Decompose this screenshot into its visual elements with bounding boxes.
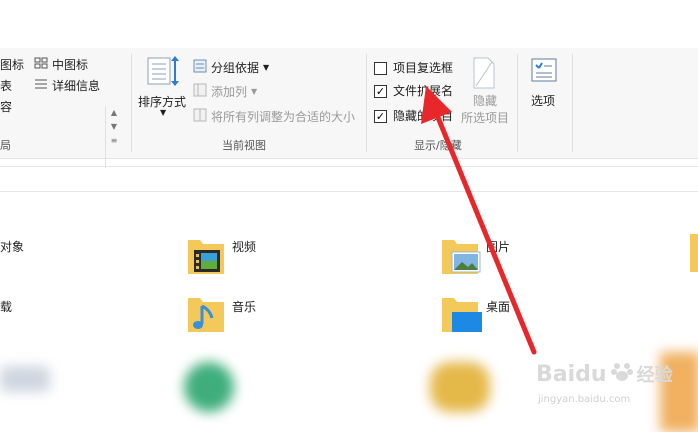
- file-extension-label: 文件扩展名: [393, 84, 454, 98]
- add-column-dropdown-icon: ▼: [251, 87, 258, 96]
- layout-large-icons-label: 图标: [0, 58, 25, 72]
- medium-icons-icon: [34, 57, 48, 72]
- hidden-items-checkbox[interactable]: ✓: [374, 110, 387, 123]
- group-by-dropdown-icon: ▼: [263, 63, 270, 72]
- desktop-folder-label[interactable]: 桌面: [486, 298, 510, 315]
- watermark-brand: Baidu: [536, 361, 607, 387]
- hidden-items-option[interactable]: 隐藏的项目: [393, 107, 453, 124]
- medium-icons-label: 中图标: [52, 58, 89, 72]
- downloads-folder-label[interactable]: 载: [0, 298, 12, 315]
- group-by-icon: [193, 59, 207, 76]
- pictures-folder-label[interactable]: 图片: [486, 238, 510, 255]
- baidu-jingyan-watermark: Baidu 经验 jingyan.baidu.com: [536, 360, 673, 406]
- file-extension-checkbox[interactable]: ✓: [374, 85, 387, 98]
- watermark-cn: 经验: [636, 365, 673, 386]
- size-columns-label: 将所有列调整为合适的大小: [211, 110, 356, 124]
- item-checkbox-label: 项目复选框: [393, 61, 454, 75]
- size-columns-icon: [193, 108, 207, 125]
- group-by-button[interactable]: 分组依据 ▼: [193, 59, 269, 76]
- file-extension-option[interactable]: 文件扩展名: [393, 82, 453, 99]
- scroll-down-icon[interactable]: ▼: [106, 120, 122, 134]
- layout-details[interactable]: 详细信息: [34, 77, 100, 94]
- layout-content[interactable]: 容: [0, 98, 12, 115]
- item-checkbox-option[interactable]: 项目复选框: [393, 59, 453, 76]
- layout-large-icons[interactable]: 图标: [0, 56, 24, 73]
- layout-group-label: 局: [0, 139, 11, 152]
- address-bar[interactable]: [0, 166, 698, 192]
- layout-list[interactable]: 表: [0, 77, 12, 94]
- hide-selected-label-line1[interactable]: 隐藏: [473, 92, 497, 109]
- details-icon: [34, 78, 48, 93]
- current-view-group-label: 当前视图: [222, 139, 266, 152]
- hidden-items-label: 隐藏的项目: [393, 109, 454, 123]
- title-strip: [0, 0, 698, 48]
- paw-icon: [610, 360, 633, 388]
- videos-folder-label[interactable]: 视频: [232, 238, 256, 255]
- size-all-columns-button[interactable]: 将所有列调整为合适的大小: [193, 108, 355, 125]
- partial-folder-icon[interactable]: [690, 234, 698, 272]
- layout-list-label: 表: [0, 79, 13, 93]
- folder-3d-objects-label[interactable]: 对象: [0, 238, 24, 255]
- details-label: 详细信息: [52, 79, 101, 93]
- options-button[interactable]: 选项: [531, 92, 555, 109]
- sort-icon[interactable]: [146, 54, 180, 94]
- sort-dropdown-icon[interactable]: ▼: [160, 108, 166, 117]
- group-by-label: 分组依据: [211, 61, 260, 75]
- scroll-up-icon[interactable]: ▲: [106, 106, 122, 120]
- add-column-button[interactable]: 添加列 ▼: [193, 83, 257, 100]
- add-column-label: 添加列: [211, 85, 248, 99]
- show-hide-group-label: 显示/隐藏: [414, 139, 462, 152]
- music-folder-label[interactable]: 音乐: [232, 298, 256, 315]
- expand-gallery-icon[interactable]: ≡: [106, 134, 122, 148]
- desktop-folder-icon[interactable]: [440, 292, 484, 338]
- layout-medium-icons[interactable]: 中图标: [34, 56, 88, 73]
- item-checkbox-toggle[interactable]: [374, 62, 387, 75]
- layout-content-label: 容: [0, 100, 13, 114]
- options-icon[interactable]: [530, 56, 558, 90]
- watermark-url: jingyan.baidu.com: [538, 394, 631, 405]
- add-column-icon: [193, 83, 207, 100]
- videos-folder-icon[interactable]: [186, 234, 226, 280]
- view-ribbon: 图标 表 容 中图标 详细信息 ▲ ▼ ≡ 局 排序方式 ▼ 分组依据 ▼ 添加…: [0, 48, 698, 168]
- hide-selected-label-line2[interactable]: 所选项目: [461, 109, 509, 126]
- layout-gallery-scroll[interactable]: ▲ ▼ ≡: [105, 106, 122, 168]
- music-folder-icon[interactable]: [186, 292, 226, 338]
- hide-selected-icon[interactable]: [472, 56, 496, 94]
- pictures-folder-icon[interactable]: [440, 234, 482, 280]
